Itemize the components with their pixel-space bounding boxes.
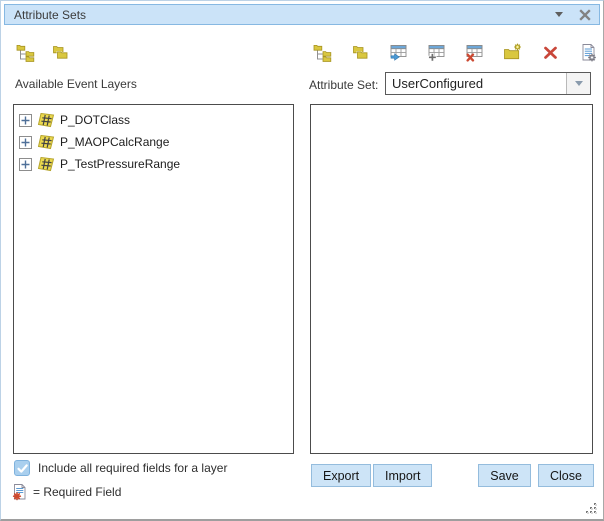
required-field-page-icon xyxy=(12,483,28,501)
import-button[interactable]: Import xyxy=(373,464,432,487)
table-export-icon xyxy=(388,42,409,63)
window-title: Attribute Sets xyxy=(14,8,555,22)
expand-plus-icon[interactable] xyxy=(19,158,32,171)
close-icon xyxy=(579,9,591,21)
right-toolbar xyxy=(311,41,599,63)
open-folders-icon xyxy=(350,42,371,63)
event-layer-icon xyxy=(37,156,55,172)
close-dialog-button[interactable]: Close xyxy=(538,464,594,487)
table-remove-icon xyxy=(464,42,485,63)
expand-plus-icon[interactable] xyxy=(19,136,32,149)
checkmark-icon xyxy=(16,462,29,475)
tree-item-label[interactable]: P_MAOPCalcRange xyxy=(60,135,169,149)
available-event-layers-list[interactable]: P_DOTClass P_MAOPCalcRange xyxy=(13,104,294,454)
attribute-set-contents-list[interactable] xyxy=(310,104,593,454)
chevron-down-icon xyxy=(575,81,583,86)
open-folders-icon xyxy=(50,42,71,63)
attribute-set-combobox[interactable]: UserConfigured xyxy=(385,72,591,95)
include-required-fields-row: Include all required fields for a layer xyxy=(14,460,227,476)
tree-item-label[interactable]: P_TestPressureRange xyxy=(60,157,180,171)
save-button[interactable]: Save xyxy=(478,464,531,487)
table-export-button[interactable] xyxy=(387,41,409,63)
expand-tree-button[interactable] xyxy=(14,41,36,63)
plus-glyph xyxy=(21,160,30,169)
event-layer-icon xyxy=(37,134,55,150)
tree-item-label[interactable]: P_DOTClass xyxy=(60,113,130,127)
tree-row-p-maopcalcrange[interactable]: P_MAOPCalcRange xyxy=(14,131,293,153)
attribute-set-value[interactable]: UserConfigured xyxy=(386,73,566,94)
table-add-icon xyxy=(426,42,447,63)
plus-glyph xyxy=(21,138,30,147)
expand-tree-icon xyxy=(15,42,36,63)
open-folders-button[interactable] xyxy=(49,41,71,63)
expand-tree-button-right[interactable] xyxy=(311,41,333,63)
event-layer-icon xyxy=(37,112,55,128)
delete-button[interactable] xyxy=(539,41,561,63)
available-event-layers-label: Available Event Layers xyxy=(15,77,137,91)
attribute-sets-dialog: Attribute Sets xyxy=(0,0,604,521)
table-remove-button[interactable] xyxy=(463,41,485,63)
plus-glyph xyxy=(21,116,30,125)
include-required-fields-label: Include all required fields for a layer xyxy=(38,461,227,475)
resize-grip[interactable] xyxy=(586,503,598,515)
expand-plus-icon[interactable] xyxy=(19,114,32,127)
tree-row-p-dotclass[interactable]: P_DOTClass xyxy=(14,109,293,131)
new-folder-button[interactable] xyxy=(501,41,523,63)
left-toolbar xyxy=(14,41,71,63)
open-folders-button-right[interactable] xyxy=(349,41,371,63)
close-button[interactable] xyxy=(579,9,591,21)
attribute-set-dropdown-button[interactable] xyxy=(566,73,590,94)
collapse-caret-icon[interactable] xyxy=(555,12,563,17)
expand-tree-icon xyxy=(312,42,333,63)
table-add-button[interactable] xyxy=(425,41,447,63)
required-field-legend: = Required Field xyxy=(12,483,121,501)
export-button[interactable]: Export xyxy=(311,464,371,487)
titlebar: Attribute Sets xyxy=(4,4,600,25)
new-folder-gear-icon xyxy=(502,42,523,63)
required-field-legend-text: = Required Field xyxy=(33,485,121,499)
delete-x-icon xyxy=(540,42,561,63)
page-settings-button[interactable] xyxy=(577,41,599,63)
attribute-set-label: Attribute Set: xyxy=(309,78,378,92)
page-settings-icon xyxy=(578,42,599,63)
tree-row-p-testpressurerange[interactable]: P_TestPressureRange xyxy=(14,153,293,175)
include-required-fields-checkbox[interactable] xyxy=(14,460,30,476)
